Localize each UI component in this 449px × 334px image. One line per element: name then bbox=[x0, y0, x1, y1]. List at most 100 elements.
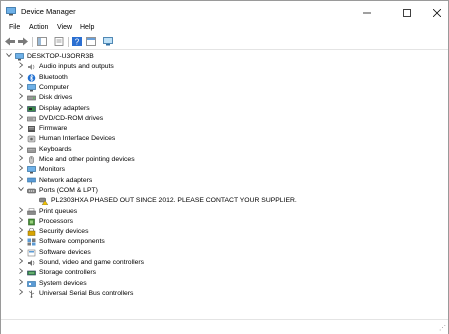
tree-item-label: PL2303HXA PHASED OUT SINCE 2012. PLEASE … bbox=[51, 197, 297, 205]
processor-icon bbox=[27, 218, 36, 226]
menu-help[interactable]: Help bbox=[80, 24, 94, 31]
chevron-down-icon[interactable] bbox=[17, 186, 25, 196]
port-device-warning-icon bbox=[39, 197, 49, 206]
keyboard-icon bbox=[27, 146, 36, 154]
window-title: Device Manager bbox=[21, 7, 76, 16]
chevron-right-icon[interactable] bbox=[17, 278, 25, 289]
chevron-right-icon[interactable] bbox=[17, 103, 25, 114]
tree-item-computer[interactable]: Computer bbox=[1, 83, 441, 93]
tree-item-label: Bluetooth bbox=[39, 73, 68, 81]
title-bar[interactable]: Device Manager bbox=[1, 1, 448, 23]
tree-item-system-devices[interactable]: System devices bbox=[1, 278, 441, 289]
chevron-right-icon[interactable] bbox=[17, 72, 25, 83]
tree-item-security-devices[interactable]: Security devices bbox=[1, 227, 441, 237]
tree-item-display-adapters[interactable]: Display adapters bbox=[1, 103, 441, 114]
chevron-right-icon[interactable] bbox=[17, 124, 25, 134]
tree-item-label: Storage controllers bbox=[39, 269, 97, 277]
tree-item-audio-inputs-and-outputs[interactable]: Audio inputs and outputs bbox=[1, 62, 441, 72]
chevron-down-icon[interactable] bbox=[5, 52, 13, 62]
menu-file[interactable]: File bbox=[9, 24, 20, 31]
tree-device-item[interactable]: PL2303HXA PHASED OUT SINCE 2012. PLEASE … bbox=[1, 196, 441, 206]
speaker-icon bbox=[27, 63, 36, 71]
software-component-icon bbox=[27, 238, 36, 246]
chevron-right-icon[interactable] bbox=[17, 216, 25, 227]
maximize-icon bbox=[403, 8, 411, 17]
tree-item-keyboards[interactable]: Keyboards bbox=[1, 144, 441, 155]
tree-item-software-devices[interactable]: Software devices bbox=[1, 247, 441, 258]
minimize-button[interactable] bbox=[353, 1, 381, 23]
tree-item-label: Processors bbox=[39, 217, 73, 225]
chevron-right-icon[interactable] bbox=[17, 289, 25, 299]
tree-item-firmware[interactable]: Firmware bbox=[1, 124, 441, 134]
tree-item-label: Network adapters bbox=[39, 176, 93, 184]
tree-item-software-components[interactable]: Software components bbox=[1, 237, 441, 247]
tree-item-label: Software devices bbox=[39, 248, 91, 256]
tree-item-monitors[interactable]: Monitors bbox=[1, 165, 441, 175]
tree-item-label: Sound, video and game controllers bbox=[39, 259, 145, 266]
properties-icon[interactable] bbox=[54, 37, 64, 46]
tree-item-label: Keyboards bbox=[39, 145, 72, 153]
chevron-right-icon[interactable] bbox=[17, 83, 25, 93]
computer-icon bbox=[15, 53, 24, 61]
help-icon[interactable]: ? bbox=[72, 37, 82, 46]
monitor-icon bbox=[27, 166, 36, 174]
chevron-right-icon[interactable] bbox=[17, 237, 25, 247]
chevron-right-icon[interactable] bbox=[17, 247, 25, 258]
action-pane-icon[interactable] bbox=[86, 37, 96, 46]
chevron-right-icon[interactable] bbox=[17, 175, 25, 186]
network-adapter-icon bbox=[27, 177, 36, 185]
chevron-right-icon[interactable] bbox=[17, 268, 25, 278]
tree-item-human-interface-devices[interactable]: Human Interface Devices bbox=[1, 134, 441, 144]
chevron-right-icon[interactable] bbox=[17, 144, 25, 155]
display-adapter-icon bbox=[27, 105, 36, 113]
tree-item-label: DESKTOP-U3ORR3B bbox=[27, 53, 94, 60]
tree-item-storage-controllers[interactable]: Storage controllers bbox=[1, 268, 441, 278]
tree-item-network-adapters[interactable]: Network adapters bbox=[1, 175, 441, 186]
tree-item-disk-drives[interactable]: Disk drives bbox=[1, 93, 441, 103]
resize-grip-icon[interactable]: ⋰ bbox=[439, 324, 446, 332]
sound-controller-icon bbox=[27, 259, 36, 267]
show-hide-console-tree-icon[interactable] bbox=[37, 37, 47, 46]
status-bar: ⋰ bbox=[1, 319, 448, 334]
printer-icon bbox=[27, 207, 36, 216]
security-device-icon bbox=[27, 227, 36, 236]
chevron-right-icon[interactable] bbox=[17, 165, 25, 175]
forward-arrow-icon[interactable] bbox=[18, 37, 28, 46]
device-tree: DESKTOP-U3ORR3B Audio inputs and outputs B… bbox=[1, 52, 448, 312]
menu-bar: File Action View Help bbox=[1, 23, 448, 35]
back-arrow-icon[interactable] bbox=[5, 37, 15, 46]
bluetooth-icon bbox=[27, 73, 36, 82]
tree-item-label: Computer bbox=[39, 83, 69, 91]
tree-item-label: DVD/CD-ROM drives bbox=[39, 114, 104, 122]
chevron-right-icon[interactable] bbox=[17, 155, 25, 165]
tree-item-print-queues[interactable]: Print queues bbox=[1, 206, 441, 217]
tree-item-ports-com-lpt[interactable]: Ports (COM & LPT) bbox=[1, 186, 441, 196]
chevron-right-icon[interactable] bbox=[17, 93, 25, 103]
computer-icon bbox=[27, 84, 36, 92]
maximize-button[interactable] bbox=[393, 1, 421, 23]
menu-action[interactable]: Action bbox=[29, 24, 48, 31]
close-button[interactable] bbox=[423, 1, 449, 23]
software-device-icon bbox=[27, 249, 36, 257]
tree-item-label: Universal Serial Bus controllers bbox=[39, 289, 134, 297]
tree-item-bluetooth[interactable]: Bluetooth bbox=[1, 72, 441, 83]
system-device-icon bbox=[27, 280, 36, 288]
tree-item-mice-and-other-pointing-devices[interactable]: Mice and other pointing devices bbox=[1, 155, 441, 165]
chevron-right-icon[interactable] bbox=[17, 113, 25, 124]
tree-item-label: Security devices bbox=[39, 228, 89, 236]
tree-root-computer[interactable]: DESKTOP-U3ORR3B bbox=[1, 52, 441, 62]
tree-item-label: Ports (COM & LPT) bbox=[39, 186, 98, 194]
tree-item-sound-video-and-game-controllers[interactable]: Sound, video and game controllers bbox=[1, 258, 441, 268]
chevron-right-icon[interactable] bbox=[17, 134, 25, 144]
scan-hardware-changes-icon[interactable] bbox=[103, 37, 113, 46]
chevron-right-icon[interactable] bbox=[17, 227, 25, 237]
tree-item-processors[interactable]: Processors bbox=[1, 216, 441, 227]
tree-item-dvd-cd-rom-drives[interactable]: DVD/CD-ROM drives bbox=[1, 113, 441, 124]
tree-item-label: Firmware bbox=[39, 125, 68, 133]
chevron-right-icon[interactable] bbox=[17, 206, 25, 217]
tree-item-universal-serial-bus-controllers[interactable]: Universal Serial Bus controllers bbox=[1, 289, 441, 299]
chevron-right-icon[interactable] bbox=[17, 258, 25, 268]
menu-view[interactable]: View bbox=[57, 24, 72, 31]
toolbar: ? bbox=[1, 35, 448, 50]
chevron-right-icon[interactable] bbox=[17, 62, 25, 72]
